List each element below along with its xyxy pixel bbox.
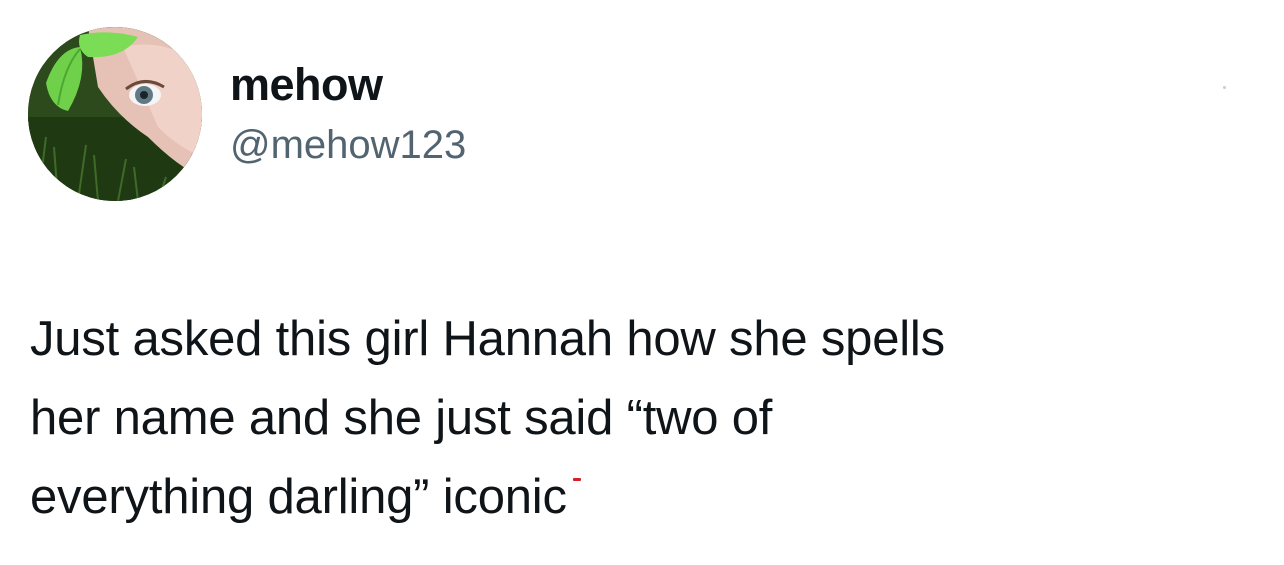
- tweet-text-content: Just asked this girl Hannah how she spel…: [30, 312, 945, 524]
- user-handle[interactable]: @mehow123: [230, 119, 466, 171]
- profile-photo-icon: [28, 27, 202, 201]
- display-name[interactable]: mehow: [230, 57, 466, 113]
- author-names: mehow @mehow123: [230, 57, 466, 171]
- tweet-text: Just asked this girl Hannah how she spel…: [30, 300, 1260, 537]
- tweet-header: mehow @mehow123: [28, 26, 466, 202]
- more-options-dot: [1223, 86, 1226, 89]
- avatar[interactable]: [28, 27, 202, 201]
- tweet-card: mehow @mehow123 Just asked this girl Han…: [0, 0, 1284, 565]
- emoji-fragment-icon: [572, 478, 581, 481]
